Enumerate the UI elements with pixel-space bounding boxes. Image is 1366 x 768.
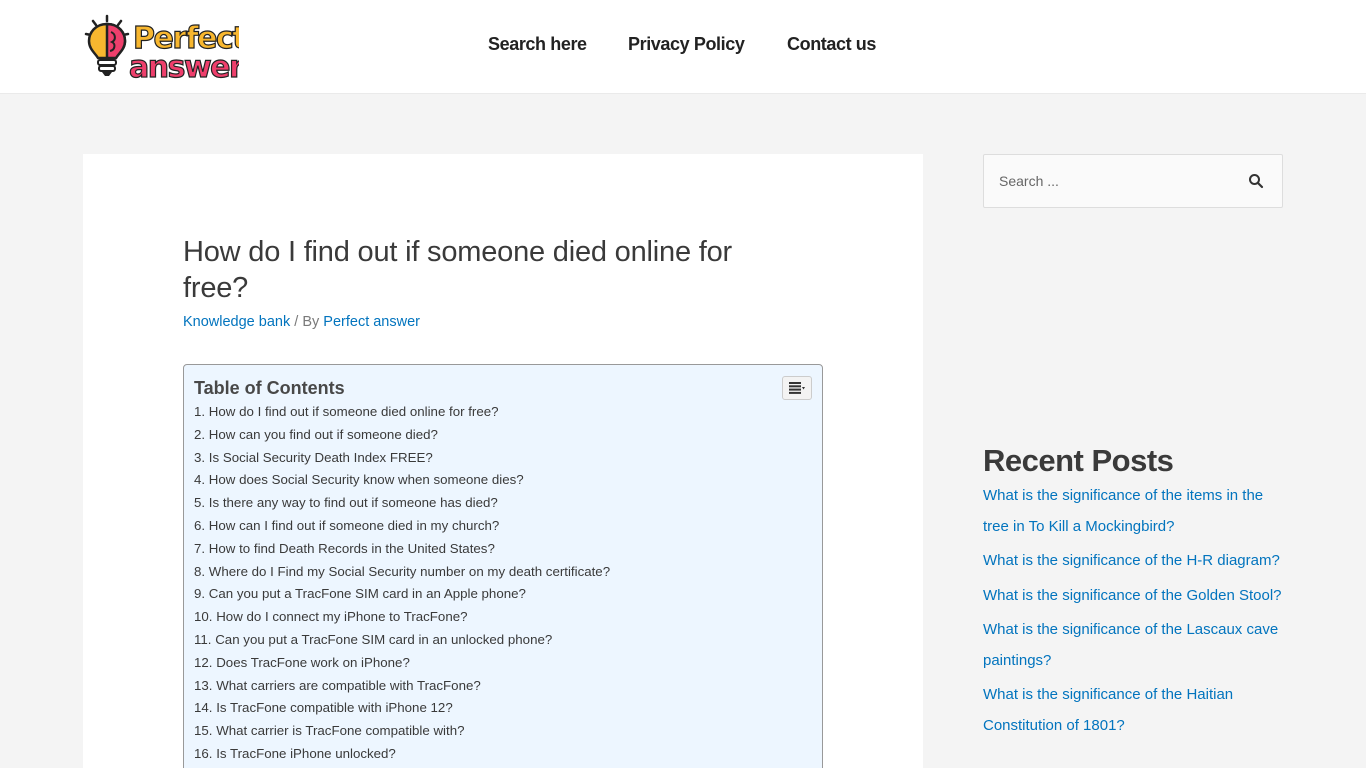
logo-graphic: Perfect answer: [84, 14, 248, 86]
article-title: How do I find out if someone died online…: [183, 236, 732, 304]
toc-item[interactable]: 5. Is there any way to find out if someo…: [194, 492, 610, 515]
toc-item[interactable]: 10. How do I connect my iPhone to TracFo…: [194, 606, 610, 629]
nav-privacy-policy[interactable]: Privacy Policy: [628, 34, 745, 55]
search-input[interactable]: [984, 155, 1234, 207]
category-link[interactable]: Knowledge bank: [183, 314, 290, 330]
article-card: How do I find out if someone died online…: [83, 154, 923, 768]
toc-item[interactable]: 6. How can I find out if someone died in…: [194, 515, 610, 538]
author-link[interactable]: Perfect answer: [323, 314, 420, 330]
article-meta: Knowledge bank / By Perfect answer: [183, 314, 420, 330]
table-of-contents: Table of Contents 1. How do I find out i…: [183, 364, 823, 768]
list-item: What is the significance of the items in…: [983, 481, 1283, 542]
list-toggle-icon[interactable]: [782, 376, 812, 400]
toc-item[interactable]: 12. Does TracFone work on iPhone?: [194, 652, 610, 675]
toc-item[interactable]: 2. How can you find out if someone died?: [194, 424, 610, 447]
toc-item[interactable]: 11. Can you put a TracFone SIM card in a…: [194, 629, 610, 652]
svg-text:answer: answer: [129, 50, 239, 80]
recent-posts-list: What is the significance of the items in…: [983, 481, 1283, 745]
toc-item[interactable]: 9. Can you put a TracFone SIM card in an…: [194, 583, 610, 606]
recent-post-link[interactable]: What is the significance of the Golden S…: [983, 587, 1282, 604]
meta-separator: / By: [290, 314, 324, 330]
recent-post-link[interactable]: What is the significance of the items in…: [983, 487, 1263, 535]
toc-item[interactable]: 7. How to find Death Records in the Unit…: [194, 538, 610, 561]
nav-search-here[interactable]: Search here: [488, 34, 587, 55]
nav-contact-us[interactable]: Contact us: [787, 34, 876, 55]
toc-item[interactable]: 8. Where do I Find my Social Security nu…: [194, 561, 610, 584]
recent-post-link[interactable]: What is the significance of the Haitian …: [983, 686, 1233, 734]
search-icon[interactable]: [1248, 173, 1264, 189]
toc-item[interactable]: 16. Is TracFone iPhone unlocked?: [194, 743, 610, 766]
site-logo[interactable]: Perfect answer: [83, 14, 248, 86]
toc-list: 1. How do I find out if someone died onl…: [194, 401, 610, 766]
toc-item[interactable]: 1. How do I find out if someone died onl…: [194, 401, 610, 424]
recent-post-link[interactable]: What is the significance of the H-R diag…: [983, 552, 1280, 569]
list-item: What is the significance of the H-R diag…: [983, 546, 1283, 577]
toc-item[interactable]: 13. What carriers are compatible with Tr…: [194, 675, 610, 698]
list-item: What is the significance of the Haitian …: [983, 680, 1283, 741]
toc-title: Table of Contents: [194, 378, 345, 398]
search-form: [983, 154, 1283, 208]
toc-item[interactable]: 15. What carrier is TracFone compatible …: [194, 720, 610, 743]
recent-post-link[interactable]: What is the significance of the Lascaux …: [983, 621, 1278, 669]
recent-posts-title: Recent Posts: [983, 443, 1174, 478]
toc-item[interactable]: 3. Is Social Security Death Index FREE?: [194, 447, 610, 470]
list-item: What is the significance of the Lascaux …: [983, 615, 1283, 676]
toc-item[interactable]: 4. How does Social Security know when so…: [194, 469, 610, 492]
toc-item[interactable]: 14. Is TracFone compatible with iPhone 1…: [194, 697, 610, 720]
site-header: Perfect answer Search here Privacy Polic…: [0, 0, 1366, 94]
list-item: What is the significance of the Golden S…: [983, 581, 1283, 612]
